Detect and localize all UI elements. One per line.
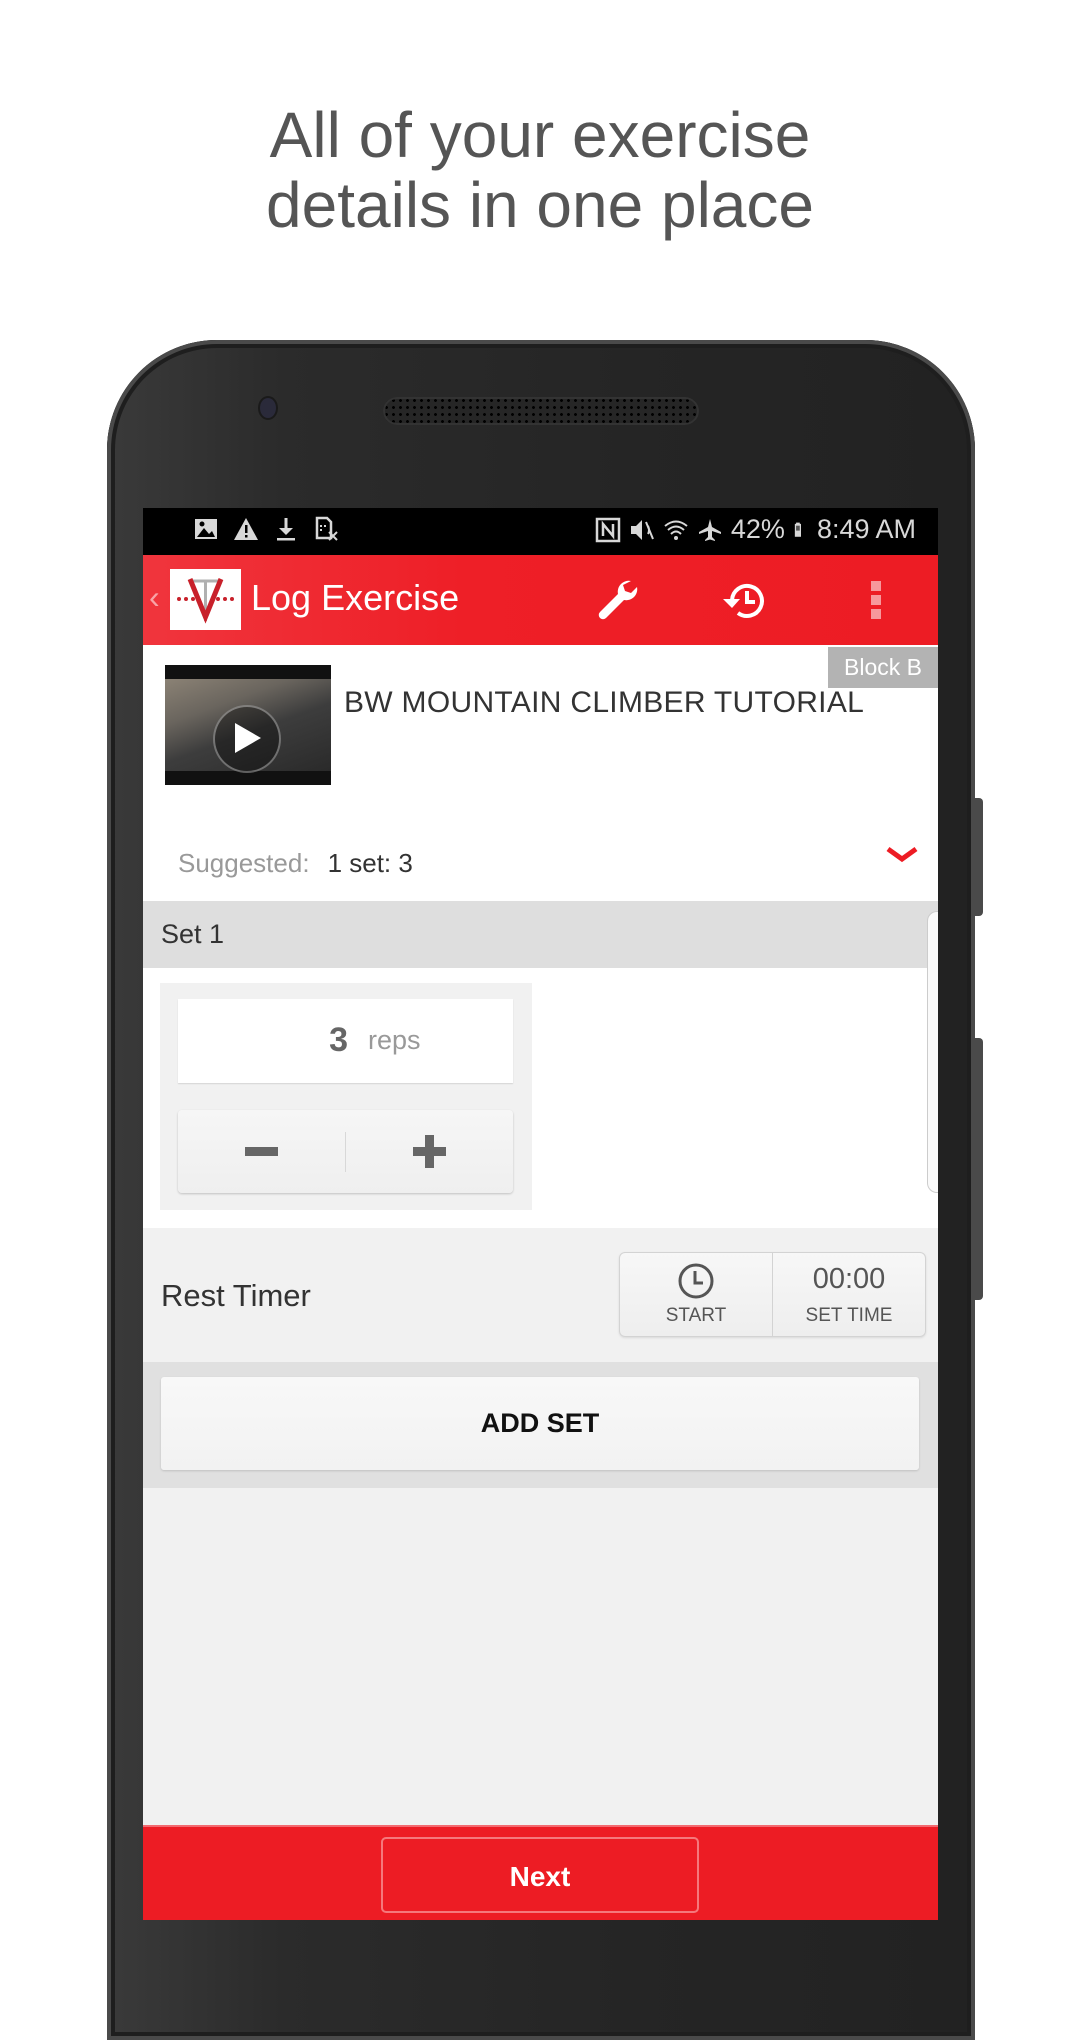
reps-stepper: [178, 1110, 513, 1193]
download-icon: [277, 518, 295, 541]
reps-input[interactable]: 3 reps: [178, 999, 513, 1083]
exercise-card: BW MOUNTAIN CLIMBER TUTORIAL Block B Sug…: [143, 645, 938, 901]
decrement-button[interactable]: [178, 1110, 345, 1193]
timer-value: 00:00: [812, 1263, 886, 1295]
wifi-icon: [664, 520, 688, 540]
add-set-strip: ADD SET: [143, 1362, 938, 1488]
sim-card-error-icon: [315, 516, 338, 541]
airplane-icon: [698, 518, 721, 541]
minus-icon: [245, 1147, 278, 1156]
suggested-row: Suggested: 1 set: 3: [178, 848, 413, 879]
start-timer-button[interactable]: START: [620, 1253, 772, 1336]
next-button[interactable]: Next: [381, 1837, 699, 1913]
front-camera: [260, 398, 276, 418]
suggested-label: Suggested:: [178, 848, 310, 878]
footer-bar: Next: [143, 1825, 938, 1920]
overflow-menu-icon[interactable]: [851, 575, 901, 625]
rest-timer-row: Rest Timer START 00:00 SET TIME: [143, 1228, 938, 1362]
history-icon[interactable]: [720, 575, 770, 625]
set-header-label: Set 1: [161, 919, 225, 949]
status-bar: 42% 8:49 AM: [143, 508, 938, 555]
back-chevron-icon[interactable]: ‹: [149, 579, 160, 616]
set-header: Set 1: [143, 901, 938, 968]
logo-v-mark-icon: [177, 578, 234, 624]
chevron-down-icon[interactable]: [884, 841, 920, 867]
app-bar-title: Log Exercise: [251, 577, 460, 618]
wrench-icon[interactable]: [593, 575, 643, 625]
exercise-title: BW MOUNTAIN CLIMBER TUTORIAL: [344, 686, 865, 719]
promo-headline-line1: All of your exercise: [269, 99, 811, 171]
phone-screen: 42% 8:49 AM ‹ Log Exercise BW MOUNTAIN C…: [143, 508, 938, 1920]
nfc-icon: [595, 517, 621, 542]
set-time-label: SET TIME: [805, 1305, 893, 1326]
timer-controls: START 00:00 SET TIME: [619, 1252, 926, 1337]
app-logo[interactable]: [170, 569, 241, 630]
image-icon: [195, 519, 217, 539]
increment-button[interactable]: [346, 1110, 513, 1193]
set-body: 3 reps: [143, 968, 938, 1228]
set-time-button[interactable]: 00:00 SET TIME: [773, 1253, 925, 1336]
start-label: START: [665, 1305, 727, 1326]
plus-icon-vertical: [425, 1135, 434, 1168]
app-bar: ‹ Log Exercise: [143, 555, 938, 645]
scrollbar[interactable]: [927, 911, 938, 1193]
reps-panel: 3 reps: [160, 983, 532, 1210]
battery-percent: 42%: [730, 514, 785, 544]
warning-icon: [234, 518, 258, 540]
vibrate-mute-icon: [630, 519, 654, 540]
video-thumbnail[interactable]: [165, 665, 331, 785]
earpiece-speaker: [383, 397, 699, 425]
status-time: 8:49 AM: [816, 514, 916, 544]
add-set-button[interactable]: ADD SET: [161, 1377, 919, 1470]
clock-icon: [678, 1263, 714, 1299]
promo-headline: All of your exercise details in one plac…: [0, 100, 1080, 240]
phone-power-button: [975, 798, 983, 916]
reps-value: 3: [329, 1021, 348, 1059]
block-tag: Block B: [828, 647, 938, 688]
battery-icon: [794, 522, 801, 537]
phone-volume-button: [975, 1038, 983, 1300]
suggested-value: 1 set: 3: [327, 848, 413, 878]
play-icon: [235, 723, 261, 753]
reps-unit: reps: [368, 1025, 421, 1055]
promo-headline-line2: details in one place: [266, 169, 814, 241]
rest-timer-label: Rest Timer: [161, 1278, 311, 1313]
